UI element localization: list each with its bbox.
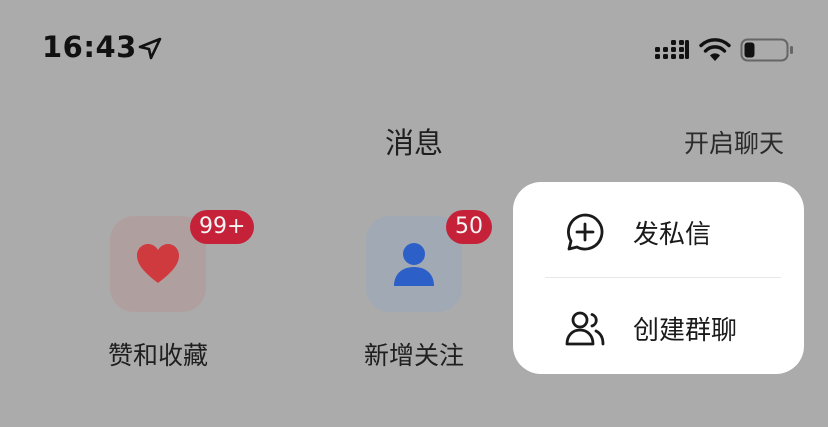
cellular-signal-icon (655, 40, 689, 59)
likes-count-badge: 99+ (190, 210, 255, 244)
status-time: 16:43 (42, 30, 137, 64)
page-title: 消息 (384, 126, 443, 160)
start-chat-popover: 发私信 创建群聊 (513, 182, 804, 374)
chat-plus-icon (567, 213, 604, 251)
likes-and-favorites-label: 赞和收藏 (107, 341, 208, 370)
create-group-chat-item[interactable]: 创建群聊 (513, 278, 804, 374)
person-icon (394, 243, 434, 286)
start-chat-button[interactable]: 开启聊天 (684, 124, 784, 160)
heart-icon (137, 244, 179, 283)
likes-and-favorites-shortcut[interactable]: 99+ 赞和收藏 (78, 200, 255, 370)
send-private-message-label: 发私信 (633, 220, 712, 250)
send-private-message-item[interactable]: 发私信 (513, 182, 804, 278)
new-followers-count-badge: 50 (446, 210, 492, 244)
new-followers-shortcut[interactable]: 50 新增关注 (334, 200, 494, 370)
battery-icon (740, 38, 793, 62)
wifi-icon (699, 38, 731, 61)
location-arrow-icon (138, 37, 162, 60)
new-followers-label: 新增关注 (363, 341, 464, 370)
status-bar: 16:43 (0, 0, 828, 96)
create-group-chat-label: 创建群聊 (633, 316, 738, 346)
group-users-icon (565, 311, 605, 346)
